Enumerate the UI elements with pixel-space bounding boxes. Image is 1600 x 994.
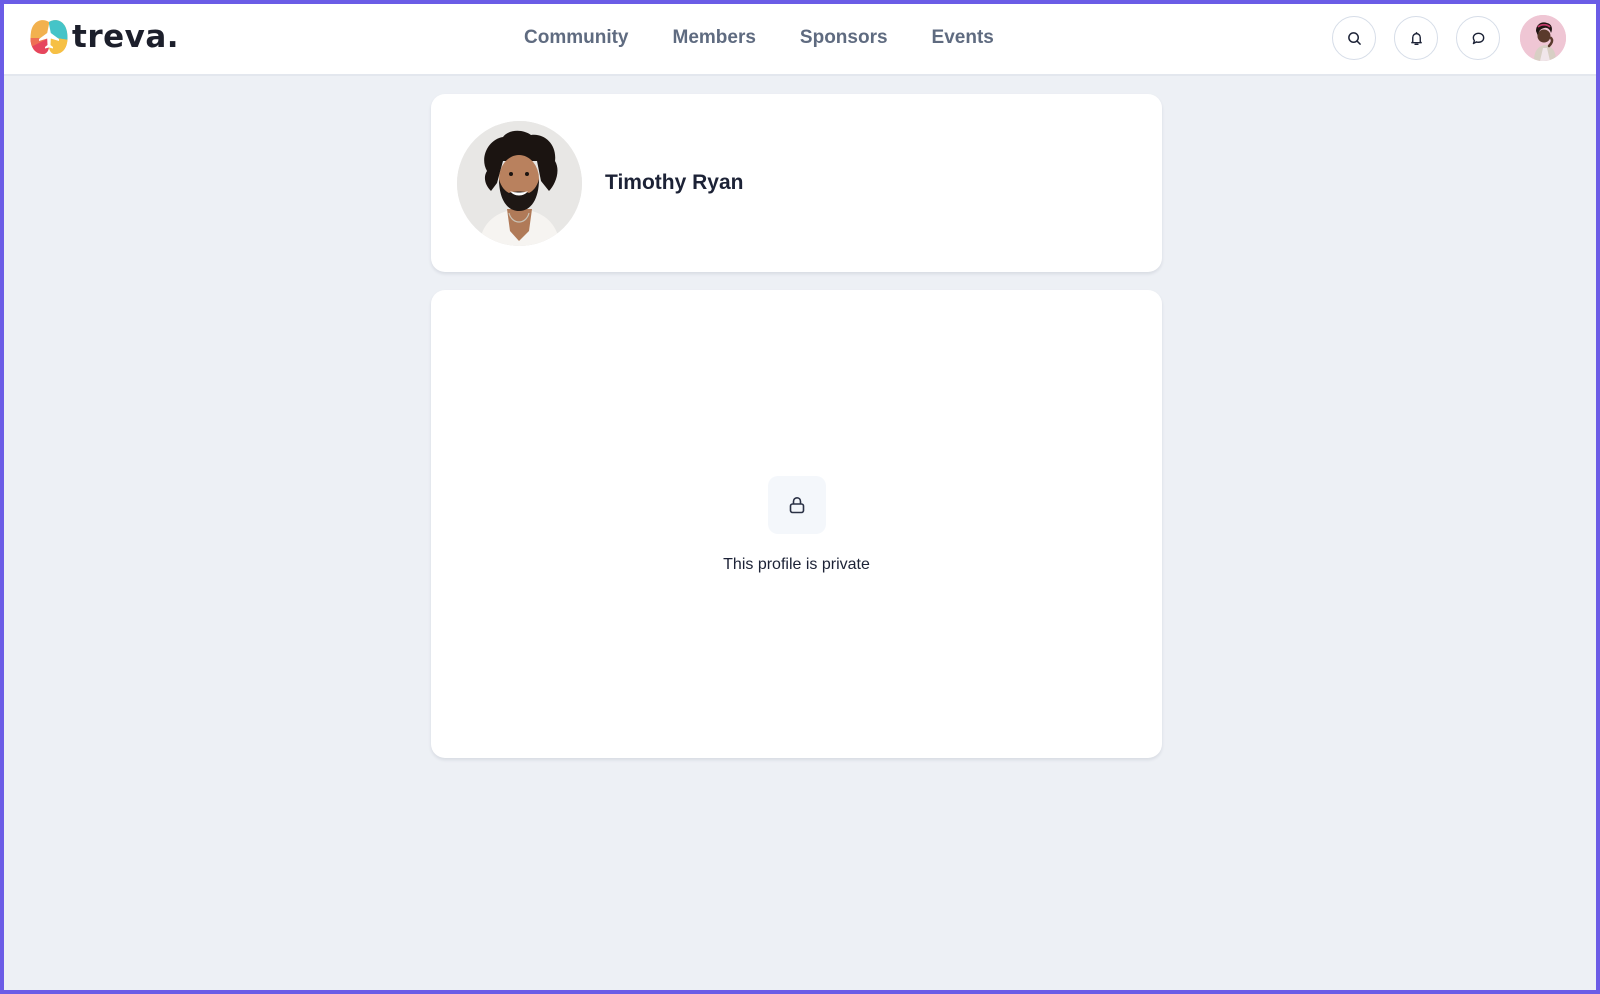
private-profile-card: This profile is private — [431, 290, 1162, 758]
nav-community[interactable]: Community — [524, 26, 629, 50]
header-actions — [1332, 15, 1566, 61]
user-avatar[interactable] — [1520, 15, 1566, 61]
notifications-button[interactable] — [1394, 16, 1438, 60]
brand-name: treva. — [72, 19, 180, 55]
app-window: treva. Community Members Sponsors Events — [4, 4, 1596, 990]
lock-icon-container — [768, 476, 826, 534]
brand-logo[interactable]: treva. — [29, 18, 179, 56]
main-nav: Community Members Sponsors Events — [524, 26, 1038, 50]
chat-bubble-icon — [1472, 32, 1484, 44]
profile-avatar — [457, 121, 582, 246]
profile-header-card: Timothy Ryan — [431, 94, 1162, 272]
user-avatar-image — [1520, 15, 1566, 61]
nav-events[interactable]: Events — [932, 26, 994, 50]
logo-mark-icon — [30, 20, 68, 54]
search-icon — [1347, 31, 1361, 45]
nav-sponsors[interactable]: Sponsors — [800, 26, 888, 50]
private-profile-message: This profile is private — [723, 556, 870, 573]
bell-icon — [1410, 31, 1422, 45]
nav-members[interactable]: Members — [673, 26, 756, 50]
top-navbar: treva. Community Members Sponsors Events — [4, 4, 1596, 76]
profile-photo — [457, 121, 582, 246]
lock-icon — [789, 496, 805, 514]
messages-button[interactable] — [1456, 16, 1500, 60]
search-button[interactable] — [1332, 16, 1376, 60]
profile-name: Timothy Ryan — [605, 171, 744, 194]
